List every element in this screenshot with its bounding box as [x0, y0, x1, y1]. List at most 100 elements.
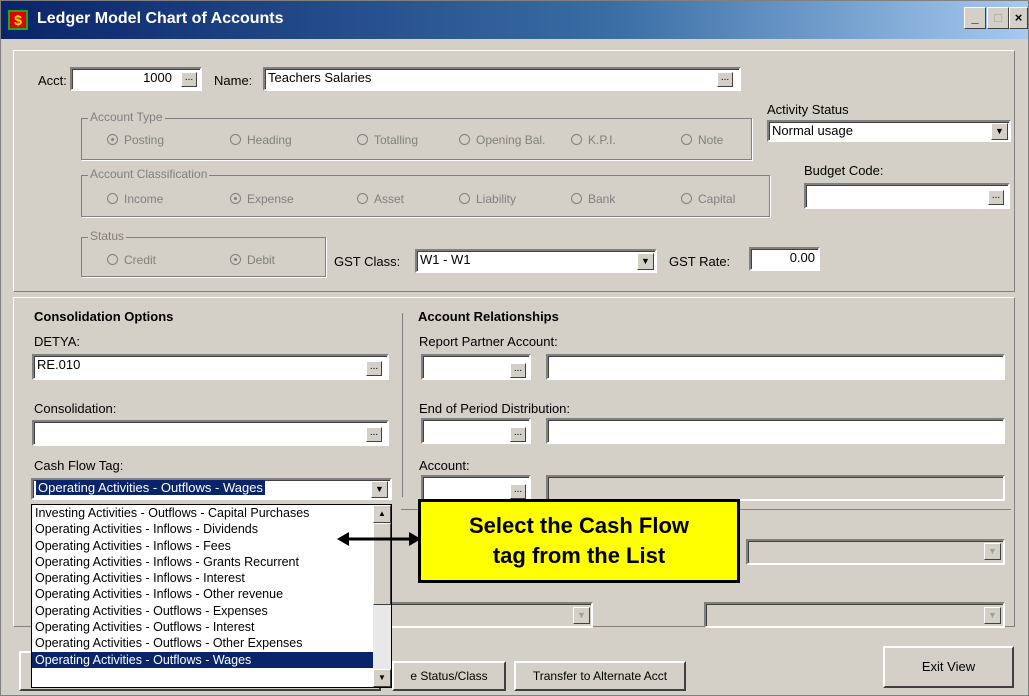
disabled-select-2[interactable]	[381, 602, 593, 628]
consolidation-field[interactable]	[32, 420, 389, 446]
account-label: Account:	[419, 458, 470, 473]
radio-heading[interactable]: Heading	[230, 133, 292, 147]
detya-label: DETYA:	[34, 334, 80, 349]
cash-flow-tag-select[interactable]: Operating Activities - Outflows - Wages	[31, 478, 392, 500]
activity-status-label: Activity Status	[767, 102, 849, 117]
radio-dot	[357, 193, 368, 204]
callout-line-2: tag from the List	[492, 543, 666, 568]
account-classification-group: Account Classification	[81, 167, 770, 217]
cash-flow-list-item[interactable]: Operating Activities - Inflows - Interes…	[32, 570, 373, 586]
change-status-class-button[interactable]: e Status/Class	[392, 661, 506, 691]
radio-dot	[230, 134, 241, 145]
chevron-down-icon[interactable]: ▼	[371, 481, 388, 498]
acct-lookup-button[interactable]: ...	[181, 72, 197, 87]
consolidation-label: Consolidation:	[34, 401, 117, 416]
section-divider	[402, 313, 403, 497]
account-name-field[interactable]	[546, 475, 1005, 501]
consolidation-heading: Consolidation Options	[34, 309, 174, 324]
radio-dot	[357, 134, 368, 145]
radio-liability[interactable]: Liability	[459, 192, 516, 206]
radio-dot	[681, 193, 692, 204]
end-period-label: End of Period Distribution:	[419, 401, 571, 416]
radio-kpi[interactable]: K.P.I.	[571, 133, 616, 147]
gst-class-label: GST Class:	[334, 254, 401, 269]
close-button[interactable]: ×	[1009, 7, 1028, 29]
gst-rate-label: GST Rate:	[669, 254, 731, 269]
report-partner-name-field[interactable]	[546, 354, 1005, 380]
budget-lookup-button[interactable]: ...	[988, 190, 1004, 205]
status-title: Status	[88, 229, 127, 243]
name-lookup-button[interactable]: ...	[717, 72, 733, 87]
cash-flow-list-item[interactable]: Operating Activities - Outflows - Intere…	[32, 619, 373, 635]
cash-flow-tag-value: Operating Activities - Outflows - Wages	[36, 480, 265, 495]
detya-lookup-button[interactable]: ...	[366, 361, 382, 376]
account-type-title: Account Type	[88, 110, 165, 124]
double-arrow-icon	[337, 532, 421, 546]
chevron-down-icon[interactable]: ▼	[984, 607, 1001, 624]
gst-rate-field[interactable]: 0.00	[749, 247, 820, 271]
gst-class-select[interactable]: W1 - W1	[415, 249, 657, 273]
radio-dot	[107, 134, 118, 145]
callout-line-1: Select the Cash Flow	[468, 513, 690, 538]
list-items: Investing Activities - Outflows - Capita…	[32, 505, 373, 668]
cash-flow-list-item[interactable]: Operating Activities - Outflows - Wages	[32, 651, 373, 668]
name-label: Name:	[214, 73, 253, 88]
radio-asset[interactable]: Asset	[357, 192, 404, 206]
radio-dot	[571, 134, 582, 145]
chevron-down-icon[interactable]: ▼	[991, 123, 1008, 140]
disabled-select-1[interactable]	[746, 539, 1005, 565]
account-lookup-button[interactable]: ...	[510, 484, 526, 499]
instruction-callout: Select the Cash Flow tag from the List	[418, 499, 740, 583]
radio-debit[interactable]: Debit	[230, 253, 275, 267]
radio-dot	[107, 254, 118, 265]
radio-expense[interactable]: Expense	[230, 192, 294, 206]
end-period-lookup-button[interactable]: ...	[510, 427, 526, 442]
radio-dot	[571, 193, 582, 204]
detya-field[interactable]: RE.010	[32, 354, 389, 380]
scroll-down-icon[interactable]: ▼	[373, 669, 391, 687]
chevron-down-icon[interactable]: ▼	[573, 607, 590, 624]
chevron-down-icon[interactable]: ▼	[637, 253, 654, 270]
cash-flow-list-item[interactable]: Operating Activities - Inflows - Other r…	[32, 586, 373, 602]
radio-totalling[interactable]: Totalling	[357, 133, 418, 147]
maximize-button[interactable]: □	[987, 7, 1009, 29]
radio-dot	[459, 134, 470, 145]
report-partner-lookup-button[interactable]: ...	[510, 363, 526, 378]
relationships-heading: Account Relationships	[418, 309, 559, 324]
radio-dot	[230, 193, 241, 204]
radio-dot	[681, 134, 692, 145]
budget-code-label: Budget Code:	[804, 163, 884, 178]
cash-flow-list-item[interactable]: Operating Activities - Outflows - Expens…	[32, 603, 373, 619]
exit-view-button[interactable]: Exit View	[883, 646, 1014, 688]
cash-flow-list-item[interactable]: Operating Activities - Outflows - Other …	[32, 635, 373, 651]
disabled-select-3[interactable]	[704, 602, 1005, 628]
radio-bank[interactable]: Bank	[571, 192, 615, 206]
cash-flow-list-item[interactable]: Investing Activities - Outflows - Capita…	[32, 505, 373, 521]
transfer-alternate-acct-button[interactable]: Transfer to Alternate Acct	[514, 661, 686, 691]
account-classification-title: Account Classification	[88, 167, 210, 181]
radio-posting[interactable]: Posting	[107, 133, 164, 147]
budget-code-field[interactable]	[804, 183, 1010, 209]
radio-dot	[459, 193, 470, 204]
minimize-button[interactable]: _	[964, 7, 986, 29]
cash-flow-list-item[interactable]: Operating Activities - Inflows - Grants …	[32, 554, 373, 570]
consolidation-lookup-button[interactable]: ...	[366, 427, 382, 442]
report-partner-label: Report Partner Account:	[419, 334, 558, 349]
end-period-name-field[interactable]	[546, 418, 1005, 444]
scroll-up-icon[interactable]: ▲	[373, 505, 391, 523]
title-bar: $ Ledger Model Chart of Accounts _ □ ×	[1, 1, 1028, 39]
radio-credit[interactable]: Credit	[107, 253, 156, 267]
chevron-down-icon[interactable]: ▼	[984, 543, 1001, 560]
cash-flow-tag-label: Cash Flow Tag:	[34, 458, 124, 473]
activity-status-select[interactable]: Normal usage	[767, 120, 1011, 142]
radio-opening-bal[interactable]: Opening Bal.	[459, 133, 545, 147]
cash-flow-list-item[interactable]: Operating Activities - Inflows - Fees	[32, 538, 373, 554]
radio-capital[interactable]: Capital	[681, 192, 735, 206]
cash-flow-list-item[interactable]: Operating Activities - Inflows - Dividen…	[32, 521, 373, 537]
window-title: Ledger Model Chart of Accounts	[37, 10, 284, 27]
radio-income[interactable]: Income	[107, 192, 163, 206]
radio-dot	[107, 193, 118, 204]
dollar-app-icon: $	[8, 10, 28, 30]
name-field[interactable]: Teachers Salaries	[263, 67, 741, 91]
radio-note[interactable]: Note	[681, 133, 723, 147]
